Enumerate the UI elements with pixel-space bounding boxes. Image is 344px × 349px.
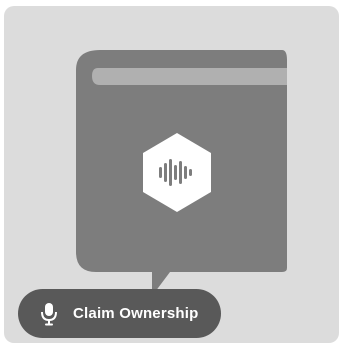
- claim-ownership-button[interactable]: Claim Ownership: [18, 289, 221, 338]
- cover-card: Claim Ownership: [4, 6, 339, 343]
- microphone-icon: [41, 302, 57, 325]
- claim-ownership-label: Claim Ownership: [73, 305, 199, 322]
